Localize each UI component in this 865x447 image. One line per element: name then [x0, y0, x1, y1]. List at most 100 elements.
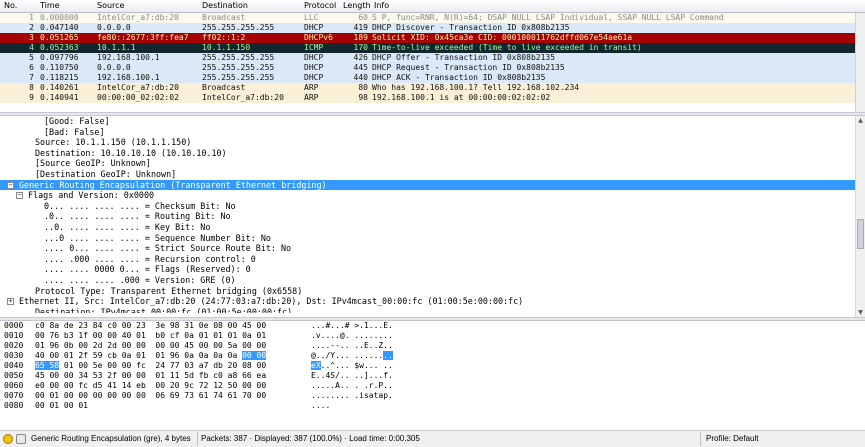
detail-tree-item[interactable]: Destination: IPv4mcast_00:00:fc (01:00:5…	[0, 307, 865, 313]
packet-protocol: DHCP	[304, 23, 324, 32]
packet-no: 5	[29, 53, 34, 62]
detail-tree-item[interactable]: − Generic Routing Encapsulation (Transpar…	[0, 179, 865, 191]
hex-row[interactable]: 0050 45 00 00 34 53 2f 00 00 01 11 5d fb …	[0, 371, 865, 381]
packet-length: 440	[353, 73, 368, 82]
detail-tree-item[interactable]: 0... .... .... .... = Checksum Bit: No	[0, 201, 865, 212]
hex-row[interactable]: 0000 c0 8a de 23 84 c0 00 23 3e 98 31 0e …	[0, 321, 865, 331]
packet-destination: 10.1.1.150	[202, 43, 251, 52]
column-header-length[interactable]: Length	[343, 1, 371, 10]
packet-row[interactable]: 8 0.140261 IntelCor_a7:db:20 Broadcast ARP 80…	[0, 83, 865, 93]
packet-list-scrollbar[interactable]	[855, 13, 865, 112]
packet-details-tree: [Good: False] [Bad: False] Source: 10.1.1.…	[0, 116, 865, 313]
packet-info: DHCP Offer - Transaction ID 0x808b2135	[372, 53, 556, 62]
detail-tree-label: .... 0... .... .... = Strict Source Rout…	[44, 243, 292, 254]
packet-info: 192.168.100.1 is at 00:00:00:02:02:02	[372, 93, 551, 102]
packet-no: 2	[29, 23, 34, 32]
packet-bytes-pane[interactable]: 0000 c0 8a de 23 84 c0 00 23 3e 98 31 0e …	[0, 321, 865, 426]
detail-tree-item[interactable]: .0.. .... .... .... = Routing Bit: No	[0, 211, 865, 222]
packet-protocol: DHCP	[304, 73, 324, 82]
hex-bytes: c0 8a de 23 84 c0 00 23 3e 98 31 0e 08 0…	[35, 321, 267, 330]
packet-info: S P, func=RNR, N(R)=64; DSAP NULL LSAP I…	[372, 13, 724, 22]
hex-row[interactable]: 0010 00 76 b3 1f 00 00 40 01 b0 cf 0a 01 …	[0, 331, 865, 341]
packet-row[interactable]: 5 0.097796 192.168.100.1 255.255.255.255 DHC…	[0, 53, 865, 63]
column-header-source[interactable]: Source	[97, 1, 124, 10]
hex-row[interactable]: 0060 e0 00 00 fc d5 41 14 eb 00 20 9c 72 …	[0, 381, 865, 391]
selected-bytes-highlight: 65 58	[35, 361, 60, 370]
column-header-destination[interactable]: Destination	[202, 1, 248, 10]
details-scrollbar-thumb[interactable]	[857, 219, 864, 249]
status-profile[interactable]: Profile: Default	[706, 434, 758, 443]
packet-row[interactable]: 4 0.052363 10.1.1.1 10.1.1.150 ICMP 170 Time-t…	[0, 43, 865, 53]
detail-tree-item[interactable]: Protocol Type: Transparent Ethernet brid…	[0, 286, 865, 297]
hex-row[interactable]: 0040 65 58 01 00 5e 00 00 fc 24 77 03 a7 …	[0, 361, 865, 371]
capture-comment-icon[interactable]	[16, 434, 26, 444]
detail-tree-item[interactable]: .... .... 0000 0... = Flags (Reserved): …	[0, 264, 865, 275]
packet-row[interactable]: 2 0.047140 0.0.0.0 255.255.255.255 DHCP 419 DH…	[0, 23, 865, 33]
hex-row[interactable]: 0030 40 00 01 2f 59 cb 0a 01 01 96 0a 0a …	[0, 351, 865, 361]
packet-list-pane[interactable]: No. Time Source Destination Protocol Len…	[0, 0, 865, 112]
hex-bytes: e0 00 00 fc d5 41 14 eb 00 20 9c 72 12 5…	[35, 381, 267, 390]
detail-tree-item[interactable]: [Bad: False]	[0, 127, 865, 138]
detail-tree-label: Protocol Type: Transparent Ethernet brid…	[35, 285, 303, 296]
packet-list-rows: 1 0.000000 IntelCor_a7:db:20 Broadcast LLC 60…	[0, 13, 865, 103]
hex-ascii: ....	[311, 401, 331, 410]
packet-protocol: DHCP	[304, 63, 324, 72]
packet-destination: 255.255.255.255	[202, 23, 275, 32]
packet-row[interactable]: 9 0.140941 00:00:00_02:02:02 IntelCor_a7:db…	[0, 93, 865, 103]
expert-info-icon[interactable]	[3, 434, 13, 444]
details-scrollbar[interactable]: ▲ ▼	[855, 116, 865, 317]
hex-ascii: .v....@. ........	[311, 331, 393, 340]
detail-tree-item[interactable]: [Destination GeoIP: Unknown]	[0, 169, 865, 180]
packet-destination: 255.255.255.255	[202, 63, 275, 72]
column-header-time[interactable]: Time	[40, 1, 60, 10]
packet-no: 9	[29, 93, 34, 102]
column-header-info[interactable]: Info	[374, 1, 389, 10]
packet-info: Who has 192.168.100.1? Tell 192.168.102.…	[372, 83, 580, 92]
packet-no: 8	[29, 83, 34, 92]
hex-offset: 0050	[4, 371, 24, 380]
detail-tree-item[interactable]: Destination: 10.10.10.10 (10.10.10.10)	[0, 148, 865, 159]
detail-tree-item[interactable]: ...0 .... .... .... = Sequence Number Bi…	[0, 233, 865, 244]
packet-source: 00:00:00_02:02:02	[97, 93, 179, 102]
detail-tree-item[interactable]: [Good: False]	[0, 116, 865, 127]
packet-destination: Broadcast	[202, 83, 246, 92]
detail-tree-item[interactable]: ..0. .... .... .... = Key Bit: No	[0, 222, 865, 233]
detail-tree-item[interactable]: [Source GeoIP: Unknown]	[0, 158, 865, 169]
detail-tree-item[interactable]: + Ethernet II, Src: IntelCor_a7:db:20 (24…	[0, 296, 865, 307]
expand-icon[interactable]: +	[7, 298, 14, 306]
column-header-protocol[interactable]: Protocol	[304, 1, 336, 10]
packet-protocol: ICMP	[304, 43, 324, 52]
hex-bytes: 40 00 01 2f 59 cb 0a 01 01 96 0a 0a 0a 0…	[35, 351, 267, 360]
packet-row[interactable]: 3 0.051265 fe80::2677:3ff:fea7 ff02::1:2 DHC…	[0, 33, 865, 43]
packet-protocol: LLC	[304, 13, 319, 22]
packet-details-pane[interactable]: [Good: False] [Bad: False] Source: 10.1.1.…	[0, 116, 865, 317]
packet-source: 10.1.1.1	[97, 43, 136, 52]
detail-tree-item[interactable]: .... .000 .... .... = Recursion control:…	[0, 254, 865, 265]
hex-row[interactable]: 0020 01 96 0b 00 2d 2d 00 00 00 00 45 00 …	[0, 341, 865, 351]
scroll-up-icon[interactable]: ▲	[856, 116, 865, 125]
detail-tree-item[interactable]: .... .... .... .000 = Version: GRE (0)	[0, 275, 865, 286]
detail-tree-item[interactable]: − Flags and Version: 0x0000	[0, 190, 865, 201]
collapse-icon[interactable]: −	[16, 192, 23, 200]
packet-no: 1	[29, 13, 34, 22]
detail-tree-item[interactable]: .... 0... .... .... = Strict Source Rout…	[0, 243, 865, 254]
detail-tree-label: 0... .... .... .... = Checksum Bit: No	[44, 200, 236, 211]
detail-tree-item[interactable]: Source: 10.1.1.150 (10.1.1.150)	[0, 137, 865, 148]
status-separator	[197, 432, 198, 446]
packet-row[interactable]: 1 0.000000 IntelCor_a7:db:20 Broadcast LLC 60…	[0, 13, 865, 23]
packet-no: 4	[29, 43, 34, 52]
packet-row[interactable]: 6 0.110750 0.0.0.0 255.255.255.255 DHCP 445 DH…	[0, 63, 865, 73]
column-header-no[interactable]: No.	[4, 1, 17, 10]
packet-info: DHCP ACK - Transaction ID 0x808b2135	[372, 73, 546, 82]
hex-row[interactable]: 0080 00 01 00 01....	[0, 401, 865, 411]
hex-ascii: .....A.. . .r.P..	[311, 381, 393, 390]
hex-ascii: @../Y... ........	[311, 351, 393, 360]
collapse-icon[interactable]: −	[7, 181, 14, 189]
packet-time: 0.118215	[40, 73, 79, 82]
hex-row[interactable]: 0070 00 01 00 00 00 00 00 00 06 69 73 61 …	[0, 391, 865, 401]
selected-bytes-highlight: 00 00	[242, 351, 267, 360]
scroll-down-icon[interactable]: ▼	[856, 308, 865, 317]
packet-protocol: ARP	[304, 83, 319, 92]
packet-time: 0.051265	[40, 33, 79, 42]
packet-row[interactable]: 7 0.118215 192.168.100.1 255.255.255.255 DHC…	[0, 73, 865, 83]
